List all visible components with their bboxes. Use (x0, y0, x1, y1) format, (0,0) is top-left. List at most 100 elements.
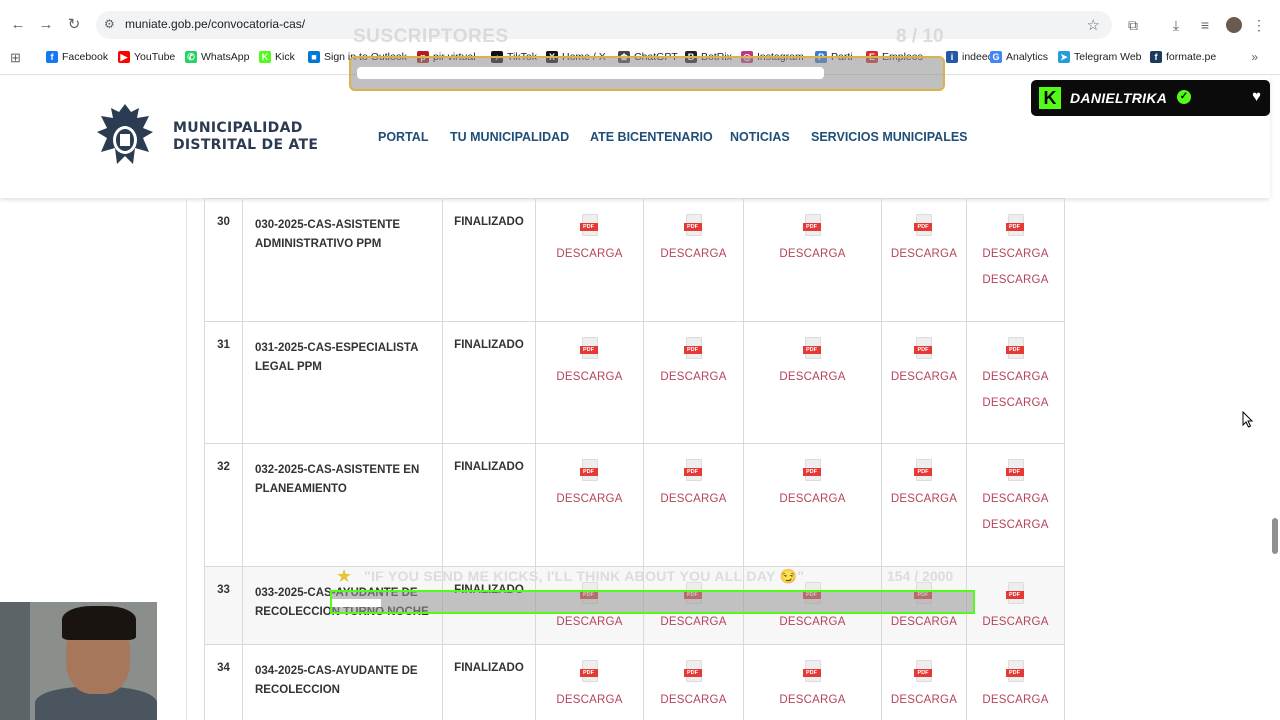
download-link[interactable]: DESCARGA (536, 371, 643, 383)
document-cell: PDF DESCARGA (743, 321, 882, 444)
back-button[interactable]: ← (10, 17, 26, 33)
nav-tu-municipalidad[interactable]: TU MUNICIPALIDAD (450, 130, 569, 144)
document-cell: PDF DESCARGA (535, 443, 644, 567)
pdf-file-icon[interactable]: PDF (1005, 660, 1025, 682)
apps-grid-icon[interactable]: ⊞ (10, 50, 21, 66)
document-cell: PDF DESCARGA (535, 321, 644, 444)
forward-button[interactable]: → (38, 17, 54, 33)
pdf-file-icon[interactable]: PDF (683, 214, 703, 236)
reload-button[interactable]: ↻ (66, 17, 82, 33)
download-link[interactable]: DESCARGA (882, 248, 966, 260)
download-link[interactable]: DESCARGA (967, 371, 1064, 383)
pdf-file-icon[interactable]: PDF (914, 459, 933, 481)
extensions-icon[interactable]: ⧉ (1125, 17, 1141, 33)
download-link[interactable]: DESCARGA (744, 694, 881, 706)
nav-portal[interactable]: PORTAL (378, 130, 428, 144)
bookmark-indeed[interactable]: i indeed (946, 51, 994, 63)
bookmark-star-icon[interactable]: ☆ (1087, 16, 1100, 34)
download-link[interactable]: DESCARGA (967, 248, 1064, 260)
download-link[interactable]: DESCARGA (967, 493, 1064, 505)
pdf-file-icon[interactable]: PDF (1005, 337, 1025, 359)
nav-servicios-municipales[interactable]: SERVICIOS MUNICIPALES (811, 130, 968, 144)
bookmark-facebook[interactable]: f Facebook (46, 51, 108, 63)
pdf-tag-label: PDF (914, 468, 932, 476)
pdf-file-icon[interactable]: PDF (914, 660, 933, 682)
pdf-file-icon[interactable]: PDF (802, 660, 822, 682)
pdf-tag-label: PDF (802, 223, 821, 231)
download-link[interactable]: DESCARGA (644, 616, 743, 628)
download-link[interactable]: DESCARGA (882, 371, 966, 383)
bookmark-telegram-web[interactable]: ➤ Telegram Web (1058, 51, 1142, 63)
pdf-file-icon[interactable]: PDF (802, 337, 822, 359)
pdf-file-icon[interactable]: PDF (802, 459, 822, 481)
pdf-file-icon[interactable]: PDF (1005, 459, 1025, 481)
pdf-tag-label: PDF (1005, 669, 1024, 677)
logo-line-2: DISTRITAL DE ATE (173, 137, 319, 153)
pdf-file-icon[interactable]: PDF (579, 214, 599, 236)
status-cell: FINALIZADO (442, 443, 536, 567)
download-link[interactable]: DESCARGA (882, 694, 966, 706)
pdf-file-icon[interactable]: PDF (802, 214, 822, 236)
menu-kebab-icon[interactable]: ⋮ (1252, 17, 1266, 34)
download-link[interactable]: DESCARGA (644, 371, 743, 383)
pdf-file-icon[interactable]: PDF (1005, 214, 1025, 236)
page-scrollbar[interactable] (1270, 198, 1280, 720)
download-link-extra[interactable]: DESCARGA (967, 274, 1064, 286)
bookmarks-overflow-icon[interactable]: » (1251, 50, 1258, 64)
download-link[interactable]: DESCARGA (536, 248, 643, 260)
bookmark-label: Facebook (62, 51, 109, 63)
municipal-crest-logo[interactable] (95, 102, 155, 172)
download-link[interactable]: DESCARGA (744, 371, 881, 383)
kick-channel-badge: K DANIELTRIKA ✓ ♥ (1031, 80, 1270, 116)
download-link[interactable]: DESCARGA (882, 616, 966, 628)
download-link[interactable]: DESCARGA (744, 616, 881, 628)
document-cell: PDF DESCARGA (643, 198, 744, 322)
pdf-file-icon[interactable]: PDF (914, 214, 933, 236)
download-link[interactable]: DESCARGA (882, 493, 966, 505)
download-link[interactable]: DESCARGA (644, 493, 743, 505)
download-link[interactable]: DESCARGA (644, 694, 743, 706)
bookmark-whatsapp[interactable]: ✆ WhatsApp (185, 51, 249, 63)
document-cell: PDF DESCARGA DESCARGA (966, 321, 1065, 444)
download-link[interactable]: DESCARGA (744, 248, 881, 260)
download-link[interactable]: DESCARGA (536, 616, 643, 628)
bookmark-kick[interactable]: K Kick (259, 51, 295, 63)
kicks-goal-overlay: ★ "IF YOU SEND ME KICKS, I'LL THINK ABOU… (330, 566, 975, 616)
bookmark-youtube[interactable]: ▶ YouTube (118, 51, 175, 63)
download-link[interactable]: DESCARGA (744, 493, 881, 505)
bookmark-label: Analytics (1006, 51, 1049, 63)
pdf-file-icon[interactable]: PDF (914, 337, 933, 359)
downloads-icon[interactable]: ⤓ (1168, 17, 1184, 33)
nav-noticias[interactable]: NOTICIAS (730, 130, 790, 144)
reading-list-icon[interactable]: ≡ (1197, 17, 1213, 33)
pdf-file-icon[interactable]: PDF (683, 660, 703, 682)
pdf-file-icon[interactable]: PDF (579, 337, 599, 359)
pdf-file-icon[interactable]: PDF (683, 459, 703, 481)
profile-avatar[interactable] (1226, 17, 1242, 33)
bookmark-analytics[interactable]: G Analytics (990, 51, 1048, 63)
document-cell: PDF DESCARGA (535, 198, 644, 322)
nav-ate-bicentenario[interactable]: ATE BICENTENARIO (590, 130, 713, 144)
pdf-tag-label: PDF (1005, 346, 1024, 354)
pdf-tag-label: PDF (579, 669, 598, 677)
url-text[interactable]: muniate.gob.pe/convocatoria-cas/ (125, 17, 305, 31)
table-row: 31 031-2025-CAS-ESPECIALISTA LEGAL PPM FINA… (204, 321, 1065, 444)
subscriber-goal-count: 8 / 10 (896, 26, 944, 47)
pdf-file-icon[interactable]: PDF (683, 337, 703, 359)
download-link[interactable]: DESCARGA (967, 616, 1064, 628)
download-link[interactable]: DESCARGA (644, 248, 743, 260)
site-info-icon[interactable]: ⚙ (104, 17, 118, 31)
download-link-extra[interactable]: DESCARGA (967, 519, 1064, 531)
download-link[interactable]: DESCARGA (967, 694, 1064, 706)
site-logo-text[interactable]: MUNICIPALIDAD DISTRITAL DE ATE (173, 120, 318, 154)
pdf-file-icon[interactable]: PDF (579, 660, 599, 682)
pdf-file-icon[interactable]: PDF (579, 459, 599, 481)
download-link[interactable]: DESCARGA (536, 493, 643, 505)
download-link-extra[interactable]: DESCARGA (967, 397, 1064, 409)
download-link[interactable]: DESCARGA (536, 694, 643, 706)
row-number: 34 (204, 644, 243, 720)
subscriber-goal-overlay: SUSCRIPTORES 8 / 10 (349, 24, 945, 91)
bookmark-formate-pe[interactable]: f formate.pe (1150, 51, 1216, 63)
scrollbar-thumb[interactable] (1272, 518, 1278, 554)
pdf-file-icon[interactable]: PDF (1005, 582, 1025, 604)
